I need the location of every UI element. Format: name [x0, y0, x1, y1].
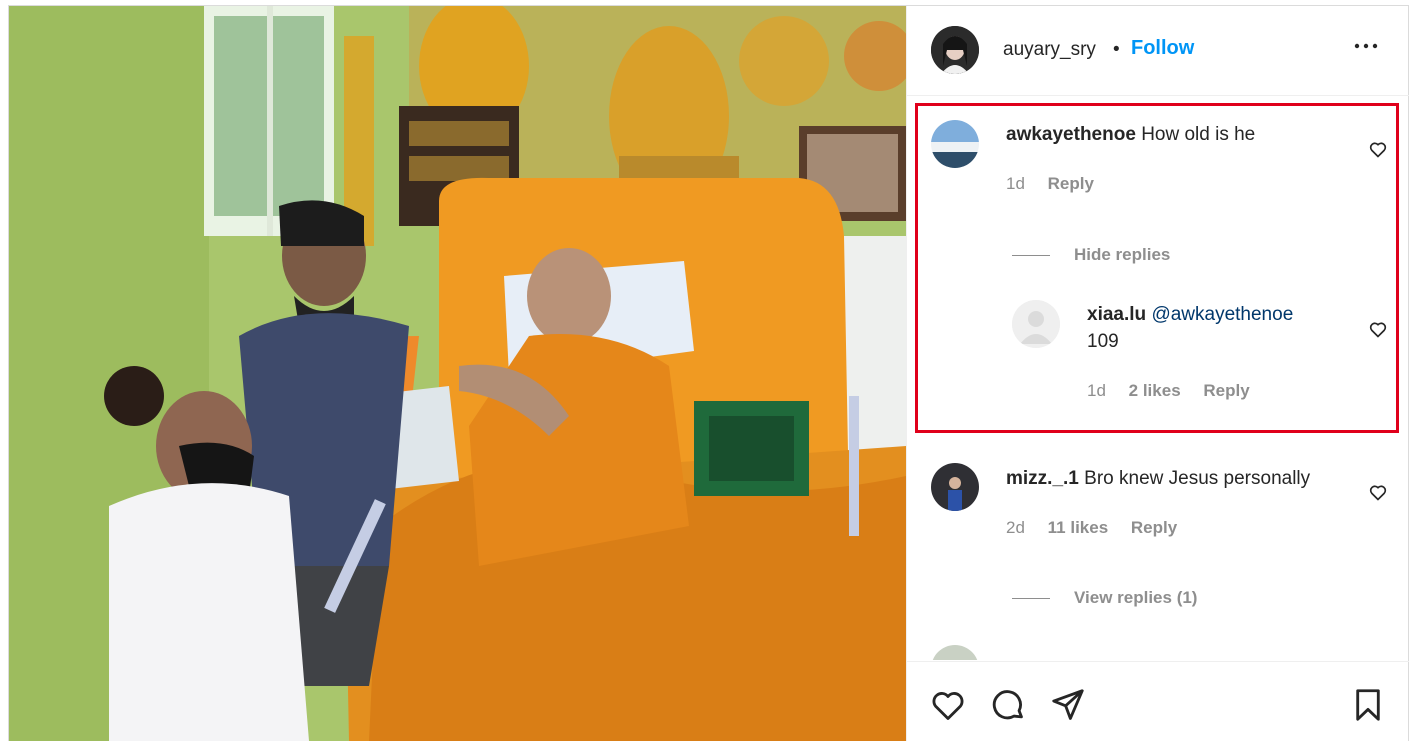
replies-dash — [1012, 255, 1050, 257]
post-photo[interactable] — [9, 6, 906, 741]
comment-age: 2d — [1006, 518, 1025, 537]
photo-illustration — [9, 6, 906, 741]
replies-dash — [1012, 598, 1050, 600]
comments-list[interactable]: awkayethenoe How old is he 1d Reply Hide… — [907, 97, 1409, 660]
reply-button[interactable]: Reply — [1048, 174, 1094, 193]
comment-like-heart-icon[interactable] — [1368, 482, 1388, 502]
comment-age: 1d — [1006, 174, 1025, 193]
view-replies-label: View replies (1) — [1074, 588, 1198, 607]
share-icon[interactable] — [1049, 686, 1087, 724]
author-avatar[interactable] — [931, 26, 979, 74]
view-replies-button[interactable]: View replies (1) — [1012, 588, 1197, 608]
reply-avatar[interactable] — [1012, 300, 1060, 348]
comment-text: How old is he — [1141, 124, 1256, 145]
hide-replies-button[interactable]: Hide replies — [1012, 245, 1170, 265]
reply-text: 109 — [1087, 331, 1119, 352]
commenter-avatar[interactable] — [931, 120, 979, 168]
reply-age: 1d — [1087, 381, 1106, 400]
commenter-avatar[interactable] — [931, 645, 979, 660]
reply-like-heart-icon[interactable] — [1368, 319, 1388, 339]
comment-text: Bro knew Jesus personally — [1084, 468, 1311, 489]
reply-username[interactable]: xiaa.lu — [1087, 304, 1146, 325]
comment-likes[interactable]: 11 likes — [1048, 518, 1109, 537]
separator-dot: • — [1113, 39, 1120, 60]
post-panel: auyary_sry • Follow awkayethenoe How old… — [906, 6, 1409, 741]
hide-replies-label: Hide replies — [1074, 245, 1171, 264]
author-username[interactable]: auyary_sry — [1003, 39, 1096, 61]
comment-username[interactable]: awkayethenoe — [1006, 124, 1136, 145]
follow-button[interactable]: Follow — [1131, 37, 1194, 60]
post-header: auyary_sry • Follow — [907, 6, 1409, 96]
bookmark-icon[interactable] — [1349, 686, 1387, 724]
reply-button[interactable]: Reply — [1131, 518, 1177, 537]
reply-likes[interactable]: 2 likes — [1129, 381, 1181, 400]
like-heart-icon[interactable] — [929, 686, 967, 724]
post-actions — [907, 661, 1409, 741]
reply-mention[interactable]: @awkayethenoe — [1151, 304, 1293, 325]
comment-username[interactable]: mizz._.1 — [1006, 468, 1079, 489]
comment-icon[interactable] — [989, 686, 1027, 724]
commenter-avatar[interactable] — [931, 463, 979, 511]
comment-like-heart-icon[interactable] — [1368, 139, 1388, 159]
reply-reply-button[interactable]: Reply — [1203, 381, 1249, 400]
more-options-icon[interactable] — [1354, 34, 1378, 65]
